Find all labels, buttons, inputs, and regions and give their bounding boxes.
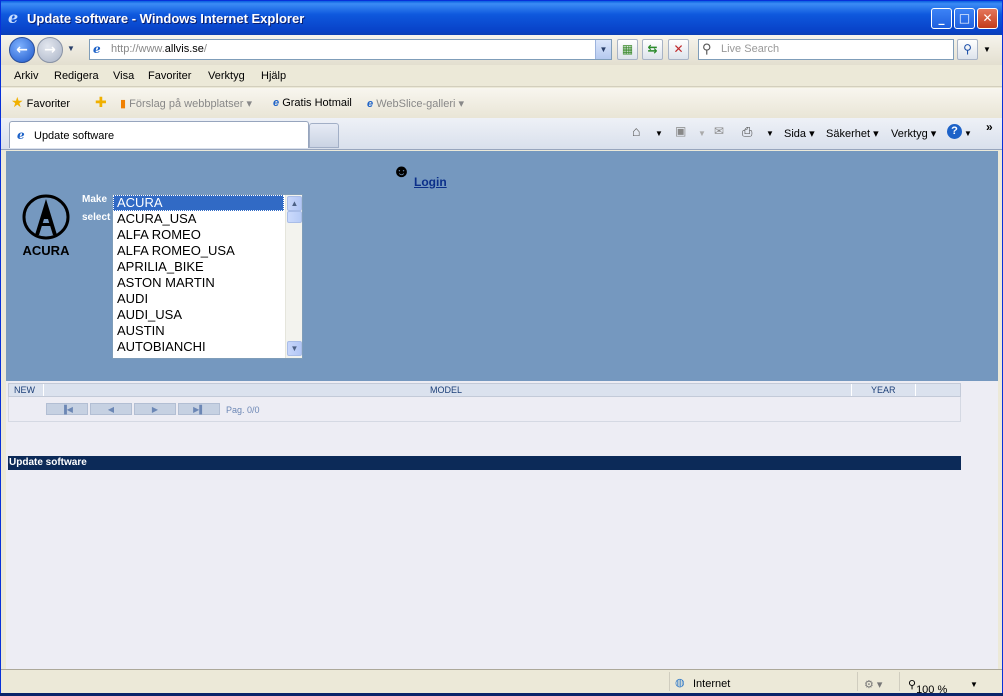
zoom-control[interactable]: ⚲ 100 %: [908, 678, 947, 696]
stop-icon[interactable]: ✕: [668, 39, 689, 60]
address-url[interactable]: http://www.allvis.se/: [111, 43, 207, 55]
prev-page-button[interactable]: ◀: [90, 403, 132, 415]
make-option[interactable]: AUSTIN: [113, 323, 284, 339]
address-dropdown-icon[interactable]: ▼: [595, 40, 611, 59]
search-box[interactable]: ⚲ Live Search: [698, 39, 954, 60]
menu-redigera[interactable]: Redigera: [54, 70, 99, 82]
refresh-icon[interactable]: ⇆: [642, 39, 663, 60]
safety-menu[interactable]: Säkerhet ▾: [826, 127, 879, 140]
favorites-button[interactable]: ★ Favoriter: [11, 94, 70, 111]
home-icon[interactable]: ⌂: [632, 123, 640, 139]
globe-icon: ◍: [675, 677, 685, 689]
scroll-down-icon[interactable]: ▼: [287, 341, 302, 356]
help-dropdown-icon[interactable]: ▼: [964, 129, 972, 138]
ie-logo-icon: e: [8, 8, 19, 27]
col-new[interactable]: NEW: [14, 385, 35, 395]
print-icon[interactable]: ⎙: [742, 124, 752, 140]
footer-title: Update software: [8, 456, 961, 470]
new-tab-button[interactable]: [309, 123, 339, 148]
user-avatar-icon: ☻: [392, 161, 411, 181]
make-label: Make: [82, 194, 108, 205]
zone-label: Internet: [693, 678, 731, 690]
tools-menu[interactable]: Verktyg ▾: [891, 127, 936, 140]
zoom-dropdown-icon[interactable]: ▼: [970, 680, 978, 689]
col-model[interactable]: MODEL: [430, 385, 462, 395]
favorites-bar: ★ Favoriter ✚ ▮ Förslag på webbplatser ▾…: [1, 88, 1002, 118]
menu-favoriter[interactable]: Favoriter: [148, 70, 191, 82]
scroll-up-icon[interactable]: ▲: [287, 196, 302, 211]
maximize-button[interactable]: □: [954, 8, 975, 29]
make-option[interactable]: ACURA_USA: [113, 211, 284, 227]
make-option[interactable]: ACURA: [113, 195, 284, 211]
grid-header: NEW MODEL YEAR: [8, 383, 961, 397]
logo-text: ACURA: [22, 243, 70, 258]
ie-page-icon: e: [273, 97, 280, 109]
navigation-bar: ← → ▼ e http://www.allvis.se/ ▼ ▦ ⇆ ✕ ⚲ …: [1, 35, 1002, 65]
listbox-scrollbar[interactable]: ▲ ▼: [285, 195, 302, 358]
feeds-dropdown-icon[interactable]: ▼: [698, 129, 706, 138]
make-option[interactable]: ALFA ROMEO_USA: [113, 243, 284, 259]
search-button[interactable]: ⚲: [957, 39, 978, 60]
col-year[interactable]: YEAR: [871, 385, 896, 395]
first-page-button[interactable]: ▐◀: [46, 403, 88, 415]
make-option[interactable]: ASTON MARTIN: [113, 275, 284, 291]
login-link[interactable]: Login: [414, 175, 447, 189]
menu-verktyg[interactable]: Verktyg: [208, 70, 245, 82]
menu-visa[interactable]: Visa: [113, 70, 134, 82]
next-page-button[interactable]: ▶: [134, 403, 176, 415]
menu-hjalp[interactable]: Hjälp: [261, 70, 286, 82]
make-option[interactable]: APRILIA_BIKE: [113, 259, 284, 275]
compatibility-view-icon[interactable]: ▦: [617, 39, 638, 60]
grid-pager-row: ▐◀ ◀ ▶ ▶▌ Pag. 0/0: [8, 397, 961, 422]
title-bar: e Update software - Windows Internet Exp…: [1, 1, 1002, 35]
ie-page-icon: e: [367, 98, 374, 110]
selection-panel: ☻ Login ACURA Make select ACURA ACURA_USA…: [6, 151, 998, 381]
feeds-icon[interactable]: ▣: [675, 124, 686, 138]
history-dropdown-icon[interactable]: ▼: [67, 44, 75, 53]
page-counter: Pag. 0/0: [226, 405, 260, 415]
scroll-thumb[interactable]: [287, 211, 302, 223]
tab-update-software[interactable]: e Update software: [9, 121, 309, 148]
search-input[interactable]: Live Search: [721, 43, 779, 55]
window-title: Update software - Windows Internet Explo…: [27, 11, 305, 26]
search-icon: ⚲: [702, 41, 712, 56]
minimize-button[interactable]: _: [931, 8, 952, 29]
page-content: ☻ Login ACURA Make select ACURA ACURA_USA…: [6, 151, 998, 669]
browser-window: e Update software - Windows Internet Exp…: [0, 0, 1003, 696]
search-options-icon[interactable]: ▼: [983, 45, 991, 54]
make-listbox[interactable]: ACURA ACURA_USA ALFA ROMEO ALFA ROMEO_USA AP…: [112, 194, 303, 359]
protected-mode-icon[interactable]: ⚙ ▾: [864, 678, 882, 691]
ie-page-icon: e: [17, 128, 25, 142]
menu-arkiv[interactable]: Arkiv: [14, 70, 38, 82]
select-label: select: [82, 212, 111, 223]
menu-bar: Arkiv Redigera Visa Favoriter Verktyg Hj…: [1, 65, 1002, 87]
acura-logo: ACURA: [11, 193, 81, 263]
chevron-more-icon[interactable]: »: [986, 120, 993, 134]
star-icon: ★: [11, 94, 24, 110]
make-option[interactable]: AUDI: [113, 291, 284, 307]
lightbulb-icon: ▮: [120, 98, 127, 110]
help-icon[interactable]: ?: [947, 124, 962, 139]
forward-button[interactable]: →: [37, 37, 63, 63]
page-icon: e: [93, 42, 101, 56]
make-option[interactable]: ALFA ROMEO: [113, 227, 284, 243]
back-button[interactable]: ←: [9, 37, 35, 63]
fav-webslice-gallery[interactable]: e WebSlice-galleri ▾: [367, 97, 464, 110]
fav-gratis-hotmail[interactable]: e Gratis Hotmail: [273, 97, 352, 109]
page-menu[interactable]: Sida ▾: [784, 127, 815, 140]
status-bar: ◍ Internet ⚙ ▾ ⚲ 100 % ▼: [1, 669, 1002, 696]
last-page-button[interactable]: ▶▌: [178, 403, 220, 415]
tab-bar: e Update software ⌂ ▼ ▣ ▼ ✉ ⎙ ▼ Sida ▾ S…: [1, 118, 1002, 150]
home-dropdown-icon[interactable]: ▼: [655, 129, 663, 138]
tab-title: Update software: [34, 130, 115, 142]
print-dropdown-icon[interactable]: ▼: [766, 129, 774, 138]
fav-suggested-sites[interactable]: ▮ Förslag på webbplatser ▾: [120, 97, 252, 110]
address-bar[interactable]: e http://www.allvis.se/ ▼: [89, 39, 612, 60]
make-option[interactable]: AUDI_USA: [113, 307, 284, 323]
mail-icon[interactable]: ✉: [714, 124, 724, 138]
add-favorite-icon[interactable]: ✚: [95, 94, 107, 111]
close-button[interactable]: ✕: [977, 8, 998, 29]
make-option[interactable]: AUTOBIANCHI: [113, 339, 284, 355]
